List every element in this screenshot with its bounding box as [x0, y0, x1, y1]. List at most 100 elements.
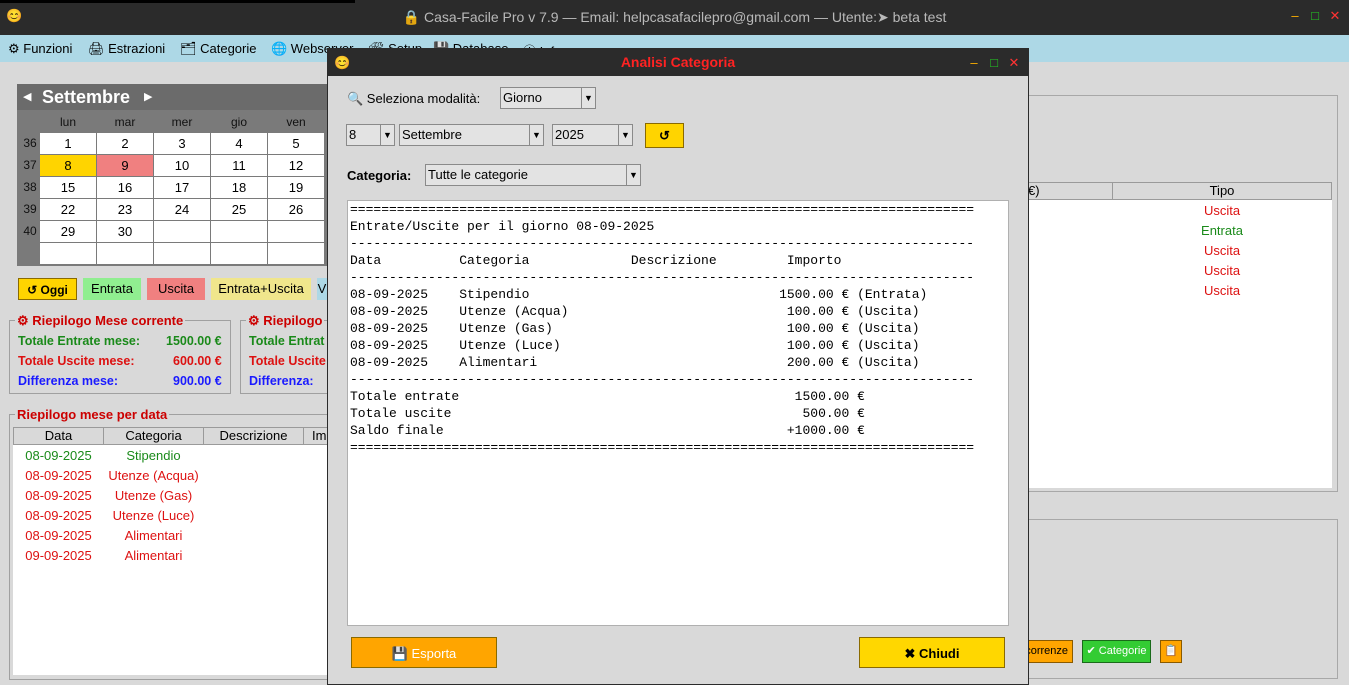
calendar-day[interactable] [211, 243, 267, 264]
calendar-month: Settembre [42, 87, 131, 107]
report-line: Saldo finale +1000.00 € [350, 423, 865, 438]
calendar-header: ◀ Settembre ▶ [17, 84, 337, 110]
refresh-button[interactable]: ↺ [645, 123, 684, 148]
calendar-day[interactable] [154, 221, 210, 242]
report-line: 08-09-2025 Alimentari 200.00 € (Uscita) [350, 355, 920, 370]
calendar-day[interactable]: 1 [40, 133, 96, 154]
calendar-day[interactable]: 24 [154, 199, 210, 220]
calendar-day[interactable]: 25 [211, 199, 267, 220]
report-text: ========================================… [348, 201, 1008, 456]
dialog-close-icon[interactable]: ✕ [1006, 55, 1022, 71]
calendar-day[interactable]: 29 [40, 221, 96, 242]
calendar-day[interactable] [211, 221, 267, 242]
legend-entrata[interactable]: Entrata [83, 278, 141, 300]
dialog-title: Analisi Categoria [620, 54, 736, 70]
table-cell-data[interactable]: 08-09-2025 [13, 488, 104, 503]
table-cell-tipo[interactable]: Entrata [1112, 223, 1332, 238]
table-cell-tipo[interactable]: Uscita [1112, 243, 1332, 258]
calendar-day[interactable]: 8 [40, 155, 96, 176]
calendar-day[interactable]: 23 [97, 199, 153, 220]
calendar-day[interactable]: 26 [268, 199, 324, 220]
table-cell-categoria[interactable]: Stipendio [103, 448, 204, 463]
calendar-day[interactable]: 16 [97, 177, 153, 198]
calendar-day[interactable]: 30 [97, 221, 153, 242]
report-line: ----------------------------------------… [350, 372, 975, 387]
calendar-day[interactable]: 22 [40, 199, 96, 220]
riepilogo-data-table: Data Categoria Descrizione Im 08-09-2025… [13, 427, 343, 675]
oggi-button[interactable]: ↺ Oggi [18, 278, 77, 300]
calendar-dayname: ven [286, 115, 306, 129]
legend-uscita[interactable]: Uscita [147, 278, 205, 300]
table-cell-categoria[interactable]: Utenze (Gas) [103, 488, 204, 503]
chiudi-button[interactable]: ✖ Chiudi [859, 637, 1005, 668]
day-select[interactable]: 8 ▼ [346, 124, 395, 146]
uscite-mese-value: 600.00 € [173, 354, 222, 368]
table-cell-categoria[interactable]: Alimentari [103, 548, 204, 563]
report-line: Entrate/Uscite per il giorno 08-09-2025 [350, 219, 655, 234]
table-cell-tipo[interactable]: Uscita [1112, 203, 1332, 218]
report-line: ----------------------------------------… [350, 270, 975, 285]
col-categoria[interactable]: Categoria [103, 427, 204, 445]
legend-entrata-uscita[interactable]: Entrata+Uscita [211, 278, 311, 300]
legend-extra[interactable]: V [317, 278, 327, 300]
mode-value: Giorno [503, 90, 543, 105]
categorie-button[interactable]: ✔ Categorie [1082, 640, 1151, 663]
calendar-day[interactable]: 10 [154, 155, 210, 176]
table-cell-tipo[interactable]: Uscita [1112, 283, 1332, 298]
category-select[interactable]: Tutte le categorie ▼ [425, 164, 641, 186]
calendar-day[interactable]: 15 [40, 177, 96, 198]
calendar-day[interactable] [268, 221, 324, 242]
calendar-day[interactable] [97, 243, 153, 264]
year-select[interactable]: 2025 ▼ [552, 124, 633, 146]
calendar-day[interactable]: 19 [268, 177, 324, 198]
calendar-day[interactable]: 5 [268, 133, 324, 154]
calendar-day[interactable]: 11 [211, 155, 267, 176]
report-textbox[interactable]: ========================================… [347, 200, 1009, 626]
calendar-day[interactable]: 18 [211, 177, 267, 198]
riepilogo-second-title: ⚙ Riepilogo [246, 313, 325, 329]
table-cell-data[interactable]: 09-09-2025 [13, 548, 104, 563]
menu-funzioni[interactable]: ⚙ Funzioni [8, 41, 72, 57]
menu-categorie[interactable]: 🗂 Categorie [180, 41, 256, 57]
calendar-day[interactable]: 12 [268, 155, 324, 176]
mode-select[interactable]: Giorno ▼ [500, 87, 596, 109]
report-line: 08-09-2025 Utenze (Gas) 100.00 € (Uscita… [350, 321, 920, 336]
calendar-day[interactable]: 2 [97, 133, 153, 154]
category-value: Tutte le categorie [428, 167, 528, 182]
dialog-maximize-icon[interactable]: □ [986, 55, 1002, 71]
calendar-day[interactable]: 9 [97, 155, 153, 176]
calendar-day[interactable] [40, 243, 96, 264]
chevron-down-icon: ▼ [529, 125, 543, 145]
calendar-day[interactable]: 17 [154, 177, 210, 198]
calendar-day[interactable] [268, 243, 324, 264]
dialog-minimize-icon[interactable]: – [966, 55, 982, 71]
export-button[interactable]: 💾 Esporta [351, 637, 497, 668]
col-descrizione[interactable]: Descrizione [203, 427, 304, 445]
calendar-day[interactable] [154, 243, 210, 264]
calendar-day[interactable]: 3 [154, 133, 210, 154]
right-col-tipo[interactable]: Tipo [1112, 182, 1332, 200]
close-icon[interactable]: ✕ [1327, 8, 1343, 24]
right-table: €) Tipo Uscita Entrata Uscita Uscita Uscita [1027, 182, 1332, 488]
table-cell-data[interactable]: 08-09-2025 [13, 468, 104, 483]
col-data[interactable]: Data [13, 427, 104, 445]
prev-month-icon[interactable]: ◀ [23, 90, 31, 103]
table-cell-categoria[interactable]: Utenze (Acqua) [103, 468, 204, 483]
table-cell-data[interactable]: 08-09-2025 [13, 448, 104, 463]
right-col-importo[interactable]: €) [1027, 182, 1113, 200]
table-cell-tipo[interactable]: Uscita [1112, 263, 1332, 278]
calendar-week-number: 39 [23, 202, 37, 216]
menu-estrazioni[interactable]: 🖨 Estrazioni [88, 41, 165, 57]
ricorrenze-button[interactable]: correnze [1022, 640, 1073, 663]
next-month-icon[interactable]: ▶ [144, 90, 152, 103]
table-cell-data[interactable]: 08-09-2025 [13, 508, 104, 523]
report-icon[interactable]: 📋 [1160, 640, 1182, 663]
calendar-day[interactable]: 4 [211, 133, 267, 154]
main-titlebar: 😊 🔒 Casa-Facile Pro v 7.9 — Email: helpc… [0, 0, 1349, 35]
minimize-icon[interactable]: – [1287, 8, 1303, 24]
maximize-icon[interactable]: □ [1307, 8, 1323, 24]
table-cell-categoria[interactable]: Utenze (Luce) [103, 508, 204, 523]
table-cell-data[interactable]: 08-09-2025 [13, 528, 104, 543]
month-select[interactable]: Settembre ▼ [399, 124, 544, 146]
table-cell-categoria[interactable]: Alimentari [103, 528, 204, 543]
